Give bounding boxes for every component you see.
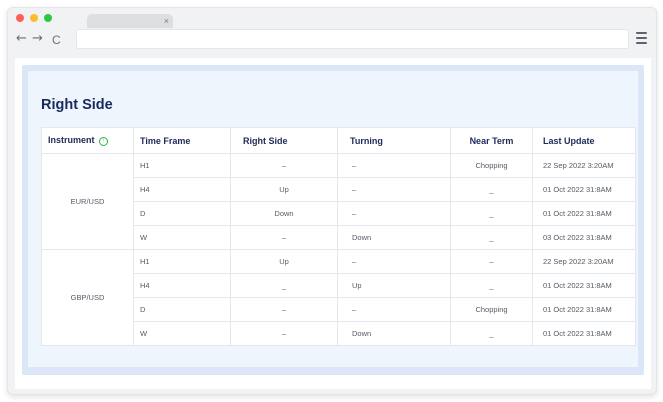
close-window-button[interactable]: [16, 14, 24, 22]
right-side-panel: Right Side Instrument ↑ Time Frame Right…: [28, 71, 638, 367]
column-header-near-term[interactable]: Near Term: [450, 127, 533, 154]
right-side-cell: Down: [230, 201, 338, 226]
hamburger-menu-icon[interactable]: [636, 32, 647, 44]
near-term-cell: Chopping: [450, 297, 533, 322]
instrument-cell: EUR/USD: [41, 153, 134, 250]
last-update-cell: 01 Oct 2022 31:8AM: [532, 297, 636, 322]
time-frame-cell: H4: [133, 273, 231, 298]
address-bar[interactable]: [76, 29, 629, 49]
turning-cell: –: [337, 297, 451, 322]
instrument-cell: GBP/USD: [41, 249, 134, 346]
page-content: Right Side Instrument ↑ Time Frame Right…: [15, 58, 651, 389]
time-frame-cell: H1: [133, 249, 231, 274]
near-term-cell: _: [450, 201, 533, 226]
right-side-cell: Up: [230, 249, 338, 274]
browser-toolbar: ← → C: [8, 28, 656, 52]
reload-icon[interactable]: C: [52, 32, 61, 48]
table-header-row: Instrument ↑ Time Frame Right Side Turnin…: [41, 127, 636, 154]
last-update-cell: 01 Oct 2022 31:8AM: [532, 177, 636, 202]
time-frame-cell: H4: [133, 177, 231, 202]
near-term-cell: _: [450, 321, 533, 346]
last-update-cell: 01 Oct 2022 31:8AM: [532, 201, 636, 226]
maximize-window-button[interactable]: [44, 14, 52, 22]
forward-arrow-icon[interactable]: →: [32, 31, 43, 47]
turning-cell: –: [337, 153, 451, 178]
near-term-cell: –: [450, 249, 533, 274]
table-row[interactable]: EUR/USD H1 – – Chopping 22 Sep 2022 3:20…: [41, 153, 636, 250]
panel-frame: Right Side Instrument ↑ Time Frame Right…: [22, 65, 644, 375]
sort-info-icon[interactable]: ↑: [98, 136, 108, 146]
tab-close-icon[interactable]: ×: [164, 15, 169, 27]
table-row[interactable]: GBP/USD H1 Up – – 22 Sep 2022 3:20AM: [41, 249, 636, 346]
near-term-cell: _: [450, 273, 533, 298]
back-arrow-icon[interactable]: ←: [16, 31, 27, 47]
right-side-cell: –: [230, 297, 338, 322]
browser-window: × ← → C Right Side Instrument ↑ Time Fra…: [7, 7, 657, 395]
column-header-right-side[interactable]: Right Side: [230, 127, 338, 154]
last-update-cell: 01 Oct 2022 31:8AM: [532, 273, 636, 298]
panel-title: Right Side: [41, 97, 113, 113]
browser-tab[interactable]: ×: [87, 14, 173, 28]
time-frame-cell: D: [133, 201, 231, 226]
column-header-instrument-label: Instrument: [48, 135, 95, 146]
right-side-cell: –: [230, 321, 338, 346]
right-side-cell: –: [230, 153, 338, 178]
near-term-cell: Chopping: [450, 153, 533, 178]
right-side-table: Instrument ↑ Time Frame Right Side Turnin…: [41, 127, 636, 346]
time-frame-cell: D: [133, 297, 231, 322]
near-term-cell: _: [450, 177, 533, 202]
time-frame-cell: H1: [133, 153, 231, 178]
minimize-window-button[interactable]: [30, 14, 38, 22]
time-frame-cell: W: [133, 321, 231, 346]
turning-cell: –: [337, 201, 451, 226]
last-update-cell: 03 Oct 2022 31:8AM: [532, 225, 636, 250]
turning-cell: Down: [337, 321, 451, 346]
column-header-turning[interactable]: Turning: [337, 127, 451, 154]
right-side-cell: –: [230, 225, 338, 250]
column-header-instrument[interactable]: Instrument ↑: [41, 127, 134, 154]
turning-cell: –: [337, 249, 451, 274]
near-term-cell: _: [450, 225, 533, 250]
last-update-cell: 22 Sep 2022 3:20AM: [532, 153, 636, 178]
last-update-cell: 01 Oct 2022 31:8AM: [532, 321, 636, 346]
time-frame-cell: W: [133, 225, 231, 250]
turning-cell: –: [337, 177, 451, 202]
window-controls: [16, 14, 52, 22]
right-side-cell: _: [230, 273, 338, 298]
last-update-cell: 22 Sep 2022 3:20AM: [532, 249, 636, 274]
turning-cell: Down: [337, 225, 451, 250]
column-header-last-update[interactable]: Last Update: [532, 127, 636, 154]
column-header-time-frame[interactable]: Time Frame: [133, 127, 231, 154]
right-side-cell: Up: [230, 177, 338, 202]
turning-cell: Up: [337, 273, 451, 298]
